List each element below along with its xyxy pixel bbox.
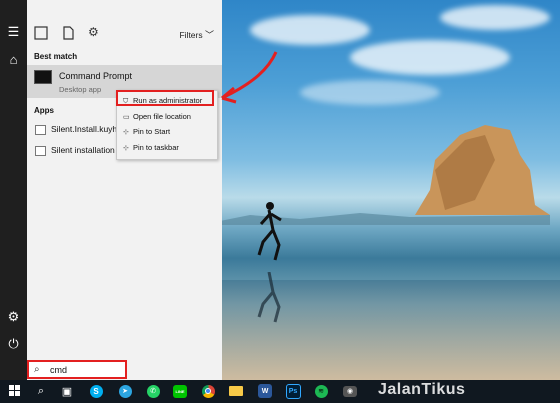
pin-to-start-item[interactable]: ⊹ Pin to Start [123,127,170,136]
pin-icon: ⊹ [123,129,129,136]
chevron-down-icon: ﹀ [204,30,214,40]
app-list-item[interactable]: Silent.Install.kuyhA [35,124,123,135]
apps-heading: Apps [34,106,54,115]
app-list-item[interactable]: Silent installation [35,145,115,156]
best-match-subtitle: Desktop app [59,85,102,94]
file-explorer-icon[interactable] [228,383,244,399]
settings-gear-icon[interactable]: ⚙ [4,307,23,326]
annotation-arrow [221,51,278,104]
search-icon: ⌕ [34,364,40,375]
hamburger-menu-icon[interactable]: ☰ [4,22,23,41]
telegram-icon[interactable]: ➤ [117,383,133,399]
camera-icon[interactable]: ◉ [342,383,358,399]
spotify-icon[interactable]: ≋ [313,383,329,399]
jalantikus-watermark: JalanTikus [378,381,466,398]
word-icon[interactable]: W [257,383,273,399]
run-as-admin-highlight-box [116,90,214,106]
start-rail: ☰ ⌂ ⚙ ⏻ [0,0,27,380]
pin-icon: ⊹ [123,145,129,152]
context-item-label: Pin to taskbar [133,143,179,152]
line-icon[interactable]: LINE [172,383,188,399]
open-file-location-item[interactable]: ▭ Open file location [123,112,191,121]
skype-icon[interactable]: S [88,383,104,399]
whatsapp-icon[interactable]: ✆ [145,383,161,399]
app-file-icon [35,145,46,156]
line-label: LINE [173,384,187,398]
search-input[interactable]: cmd [50,365,67,375]
best-match-heading: Best match [34,52,78,61]
task-view-icon[interactable]: ▣ [59,383,75,399]
app-label: Silent installation [51,145,115,155]
rock-formation [415,125,550,215]
pin-to-taskbar-item[interactable]: ⊹ Pin to taskbar [123,143,179,152]
app-label: Silent.Install.kuyhA [51,124,123,134]
runner-silhouette [257,202,282,261]
documents-tab-icon[interactable] [60,25,76,41]
taskbar: ⌕ ▣ S ➤ ✆ LINE W Ps ≋ ◉ [0,380,560,403]
photoshop-label: Ps [285,383,301,399]
context-item-label: Pin to Start [133,127,171,136]
search-icon[interactable]: ⌕ [33,383,49,399]
filters-dropdown[interactable]: Filters ﹀ [179,28,214,41]
chrome-icon[interactable] [200,383,216,399]
search-box[interactable]: ⌕ cmd [27,360,127,379]
best-match-title: Command Prompt [59,71,133,81]
word-label: W [258,384,272,398]
home-icon[interactable]: ⌂ [4,50,23,69]
photoshop-icon[interactable]: Ps [285,383,301,399]
start-menu-panel: ⚙ Filters ﹀ Best match Command Prompt De… [27,0,222,380]
filters-label: Filters [179,30,203,40]
windows-start-icon[interactable] [7,383,23,399]
folder-icon: ▭ [123,114,130,121]
command-prompt-icon [34,70,52,84]
runner-reflection [257,272,281,323]
all-tab-icon[interactable] [33,25,49,41]
app-file-icon [35,124,46,135]
power-icon[interactable]: ⏻ [4,334,23,353]
context-item-label: Open file location [133,112,191,121]
web-tab-gear-icon[interactable]: ⚙ [88,25,99,39]
